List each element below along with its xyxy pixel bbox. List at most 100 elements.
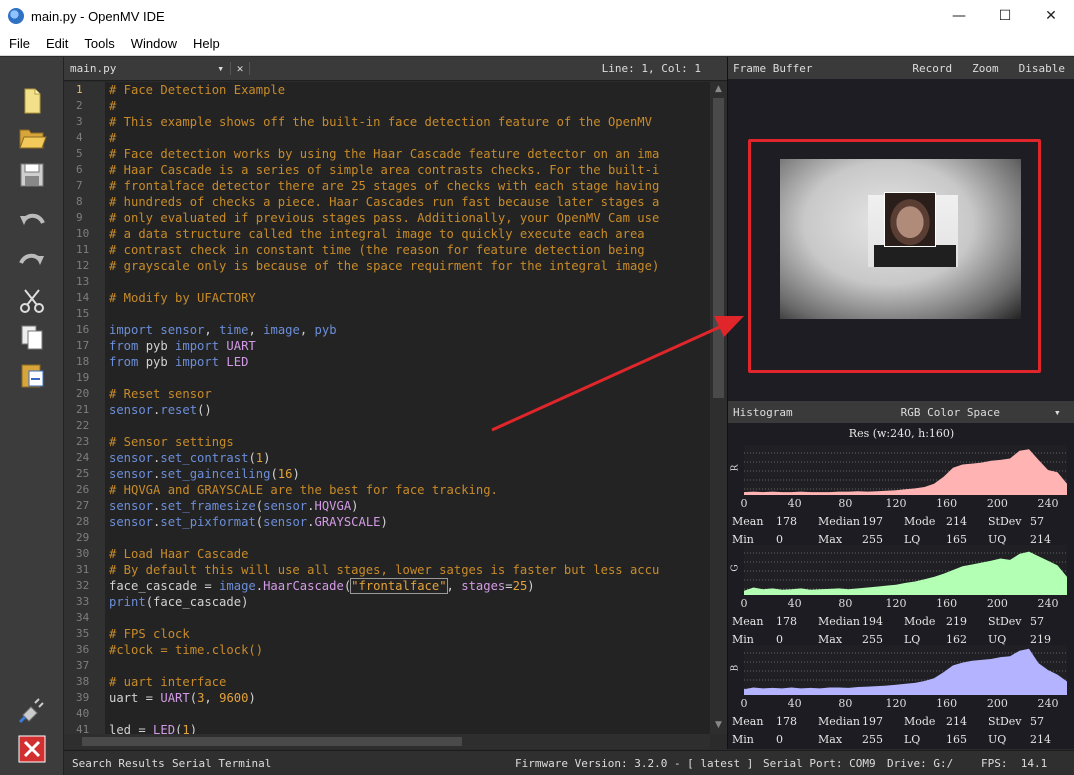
code-line[interactable]: sensor.set_framesize(sensor.HQVGA) <box>105 498 710 514</box>
editor-horizontal-scrollbar[interactable] <box>64 734 710 749</box>
code-line[interactable]: uart = UART(3, 9600) <box>105 690 710 706</box>
code-line[interactable]: #clock = time.clock() <box>105 642 710 658</box>
code-line[interactable] <box>105 706 710 722</box>
search-results-tab[interactable]: Search Results <box>72 757 165 770</box>
code-line[interactable] <box>105 658 710 674</box>
scroll-up-icon[interactable]: ▲ <box>713 84 724 96</box>
code-line[interactable]: # a data structure called the integral i… <box>105 226 710 242</box>
stat-text: Max <box>818 733 843 746</box>
menu-help[interactable]: Help <box>184 36 227 51</box>
tick-label: 80 <box>838 697 853 710</box>
zoom-button[interactable]: Zoom <box>972 62 999 75</box>
menu-window[interactable]: Window <box>122 36 184 51</box>
code-line[interactable] <box>105 610 710 626</box>
code-line[interactable]: print(face_cascade) <box>105 594 710 610</box>
scroll-down-icon[interactable]: ▼ <box>713 720 724 732</box>
serial-terminal-tab[interactable]: Serial Terminal <box>172 757 271 770</box>
code-line[interactable] <box>105 530 710 546</box>
code-line[interactable]: from pyb import LED <box>105 354 710 370</box>
tick-label: 240 <box>1037 697 1059 710</box>
scroll-thumb-horizontal[interactable] <box>82 737 462 746</box>
scroll-thumb[interactable] <box>713 98 724 398</box>
line-number: 19 <box>76 371 90 384</box>
save-button[interactable] <box>14 159 50 191</box>
code-line[interactable]: # This example shows off the built-in fa… <box>105 114 710 130</box>
menu-file[interactable]: File <box>0 36 37 51</box>
code-line[interactable]: # hundreds of checks a piece. Haar Casca… <box>105 194 710 210</box>
code-token: from <box>109 339 139 353</box>
file-selector[interactable]: main.py ▾ <box>70 62 230 75</box>
code-line[interactable]: # <box>105 98 710 114</box>
new-file-button[interactable] <box>14 85 50 117</box>
code-line[interactable]: sensor.set_contrast(1) <box>105 450 710 466</box>
code-line[interactable]: # contrast check in constant time (the r… <box>105 242 710 258</box>
code-line[interactable]: sensor.set_pixformat(sensor.GRAYSCALE) <box>105 514 710 530</box>
code-token: # Sensor settings <box>109 435 234 449</box>
code-line[interactable]: # Load Haar Cascade <box>105 546 710 562</box>
close-file-button[interactable]: ✕ <box>230 62 250 75</box>
stat-text: 197 <box>862 715 883 728</box>
code-line[interactable]: # Sensor settings <box>105 434 710 450</box>
code-editor[interactable]: # Face Detection Example # # This example … <box>105 82 710 734</box>
tick-label: 0 <box>740 497 748 510</box>
disable-button[interactable]: Disable <box>1019 62 1065 75</box>
code-line[interactable]: led = LED(1) <box>105 722 710 734</box>
code-line[interactable]: # Face detection works by using the Haar… <box>105 146 710 162</box>
close-window-button[interactable]: ✕ <box>1028 0 1074 32</box>
code-line[interactable] <box>105 274 710 290</box>
code-line[interactable]: # frontalface detector there are 25 stag… <box>105 178 710 194</box>
stat-text: 194 <box>862 615 883 628</box>
code-line[interactable]: face_cascade = image.HaarCascade("fronta… <box>105 578 710 594</box>
histogram-ticks: 0 40 80 120 160 200 240 <box>740 497 1067 510</box>
code-token: # Face detection works by using the Haar… <box>109 147 660 161</box>
code-token: # contrast check in constant time (the r… <box>109 243 645 257</box>
code-line[interactable]: # FPS clock <box>105 626 710 642</box>
cut-button[interactable] <box>14 285 50 317</box>
code-line[interactable]: # uart interface <box>105 674 710 690</box>
copy-button[interactable] <box>14 321 50 353</box>
paste-button[interactable] <box>14 359 50 391</box>
code-token: set_framesize <box>160 499 256 513</box>
stats-row: Min 0 Max 255 LQ 165 UQ 214 <box>732 731 1072 749</box>
code-line[interactable]: # Haar Cascade is a series of simple are… <box>105 162 710 178</box>
code-token: (face_cascade) <box>145 595 249 609</box>
code-line[interactable] <box>105 418 710 434</box>
line-number: 13 <box>76 275 90 288</box>
code-line[interactable]: # Face Detection Example <box>105 82 710 98</box>
tick-label: 240 <box>1037 597 1059 610</box>
code-line[interactable]: # Reset sensor <box>105 386 710 402</box>
stat-text: 197 <box>862 515 883 528</box>
code-line[interactable]: # only evaluated if previous stages pass… <box>105 210 710 226</box>
line-number: 33 <box>76 595 90 608</box>
code-line[interactable]: import sensor, time, image, pyb <box>105 322 710 338</box>
menu-tools[interactable]: Tools <box>75 36 121 51</box>
frame-buffer-view[interactable] <box>728 79 1074 399</box>
menu-edit[interactable]: Edit <box>37 36 75 51</box>
firmware-version[interactable]: Firmware Version: 3.2.0 - [ latest ] <box>515 757 753 770</box>
code-token: ) <box>527 579 535 593</box>
code-line[interactable] <box>105 370 710 386</box>
connect-button[interactable] <box>14 694 50 726</box>
code-line[interactable] <box>105 306 710 322</box>
redo-button[interactable] <box>14 245 50 277</box>
maximize-button[interactable]: ☐ <box>982 0 1028 32</box>
code-line[interactable]: # Modify by UFACTORY <box>105 290 710 306</box>
code-line[interactable]: # By default this will use all stages, l… <box>105 562 710 578</box>
minimize-button[interactable]: — <box>936 0 982 32</box>
save-disk-icon <box>20 163 44 187</box>
tick-label: 120 <box>885 697 907 710</box>
code-line[interactable]: from pyb import UART <box>105 338 710 354</box>
stop-button[interactable] <box>14 733 50 765</box>
record-button[interactable]: Record <box>912 62 952 75</box>
color-space-select[interactable]: RGB Color Space ▾ <box>901 406 1061 419</box>
open-file-button[interactable] <box>14 121 50 153</box>
line-number: 23 <box>76 435 90 448</box>
code-line[interactable]: sensor.reset() <box>105 402 710 418</box>
code-line[interactable]: # grayscale only is because of the space… <box>105 258 710 274</box>
editor-vertical-scrollbar[interactable]: ▲ ▼ <box>710 82 727 734</box>
undo-button[interactable] <box>14 207 50 239</box>
code-token: sensor <box>109 515 154 529</box>
code-line[interactable]: # HQVGA and GRAYSCALE are the best for f… <box>105 482 710 498</box>
code-line[interactable]: sensor.set_gainceiling(16) <box>105 466 710 482</box>
code-line[interactable]: # <box>105 130 710 146</box>
